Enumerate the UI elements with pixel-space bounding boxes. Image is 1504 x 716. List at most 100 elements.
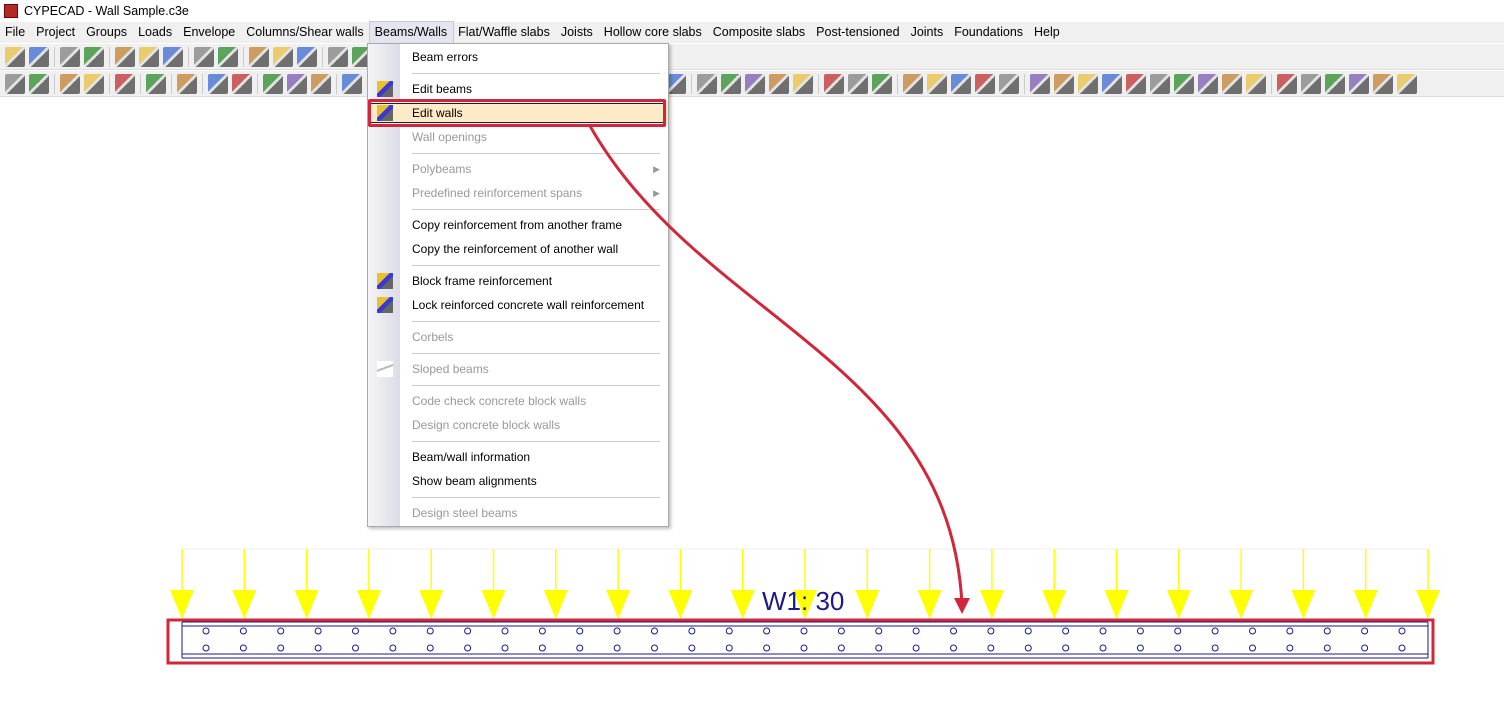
rebar: [1099, 627, 1107, 635]
load-arrow-head: [170, 590, 194, 619]
rebar: [277, 644, 285, 652]
rebar: [576, 644, 584, 652]
rebar: [1174, 627, 1182, 635]
rebar: [1062, 644, 1070, 652]
menu-item-show-beam-alignments[interactable]: Show beam alignments: [368, 469, 668, 493]
load-arrow-head: [1353, 590, 1378, 619]
rebar: [837, 627, 845, 635]
submenu-arrow-icon: ▶: [653, 188, 660, 198]
menu-item-label: Edit beams: [412, 82, 473, 96]
menu-item-corbels[interactable]: Corbels: [368, 325, 668, 349]
rebar: [1099, 644, 1107, 652]
menu-item-block-frame-reinforcement[interactable]: Block frame reinforcement: [368, 269, 668, 293]
rebar: [1361, 627, 1369, 635]
wall-label: W1: 30: [762, 586, 845, 616]
rebar: [725, 644, 733, 652]
load-arrow-head: [419, 590, 444, 619]
menu-separator: [368, 149, 668, 157]
rebar: [613, 644, 621, 652]
rebar: [239, 627, 247, 635]
drawing-canvas[interactable]: [0, 0, 1504, 716]
rebar: [1323, 644, 1331, 652]
menu-item-beam-errors[interactable]: Beam errors: [368, 45, 668, 69]
rebar: [837, 644, 845, 652]
load-arrow-head: [917, 590, 942, 619]
rebar: [1211, 627, 1219, 635]
menu-separator: [368, 349, 668, 357]
rebar: [800, 644, 808, 652]
menu-item-label: Show beam alignments: [412, 474, 537, 488]
menu-item-sloped-beams[interactable]: Sloped beams: [368, 357, 668, 381]
menu-item-wall-openings[interactable]: Wall openings: [368, 125, 668, 149]
menu-item-lock-reinforced-concrete-wall-reinforcement[interactable]: Lock reinforced concrete wall reinforcem…: [368, 293, 668, 317]
load-arrow-head: [1291, 590, 1316, 619]
menu-item-label: Design concrete block walls: [412, 418, 561, 432]
load-arrow-head: [606, 590, 631, 619]
load-arrow-head: [356, 590, 381, 619]
load-arrow-head: [543, 590, 568, 619]
submenu-arrow-icon: ▶: [653, 164, 660, 174]
menu-item-copy-the-reinforcement-of-another-wall[interactable]: Copy the reinforcement of another wall: [368, 237, 668, 261]
menu-item-label: Copy reinforcement from another frame: [412, 218, 623, 232]
load-arrow-head: [1166, 590, 1191, 619]
rebar: [501, 627, 509, 635]
rebar: [1286, 644, 1294, 652]
rebar: [950, 627, 957, 635]
menu-item-label: Beam errors: [412, 50, 479, 64]
rebar: [1323, 627, 1331, 635]
rebar: [202, 644, 210, 652]
load-arrow-head: [855, 590, 880, 619]
menu-separator: [368, 437, 668, 445]
menu-item-label: Design steel beams: [412, 506, 518, 520]
rebar: [277, 627, 285, 635]
rebar: [1398, 644, 1406, 652]
menu-item-label: Block frame reinforcement: [412, 274, 553, 288]
menu-item-edit-beams[interactable]: Edit beams: [368, 77, 668, 101]
load-arrow-head: [481, 590, 506, 619]
rebar: [314, 644, 322, 652]
rebar: [464, 644, 472, 652]
rebar: [651, 644, 658, 652]
load-arrow-head: [1416, 590, 1440, 619]
menu-separator: [368, 261, 668, 269]
menu-item-label: Sloped beams: [412, 362, 489, 376]
rebar: [987, 644, 995, 652]
menu-item-label: Beam/wall information: [412, 450, 531, 464]
menu-item-predefined-reinforcement-spans[interactable]: Predefined reinforcement spans ▶: [368, 181, 668, 205]
menu-item-design-steel-beams[interactable]: Design steel beams: [368, 501, 668, 525]
rebar: [576, 627, 584, 635]
rebar: [1361, 644, 1369, 652]
menu-item-label: Lock reinforced concrete wall reinforcem…: [412, 298, 645, 312]
rebar: [1136, 644, 1144, 652]
rebar: [1062, 627, 1070, 635]
load-arrow-head: [979, 590, 1004, 619]
rebar: [352, 644, 359, 652]
rebar: [501, 644, 509, 652]
menu-separator: [368, 493, 668, 501]
load-arrow-head: [1229, 590, 1254, 619]
rebar: [1024, 644, 1032, 652]
rebar: [389, 627, 397, 635]
rebar: [389, 644, 397, 652]
menu-item-label: Wall openings: [412, 130, 487, 144]
menu-item-label: Predefined reinforcement spans: [412, 186, 583, 200]
load-arrow-head: [730, 590, 755, 619]
menu-item-polybeams[interactable]: Polybeams ▶: [368, 157, 668, 181]
sloped-beams-icon: [377, 361, 393, 377]
rebar: [763, 644, 771, 652]
rebar: [202, 627, 210, 635]
menu-item-copy-reinforcement-from-another-frame[interactable]: Copy reinforcement from another frame: [368, 213, 668, 237]
load-arrow-head: [1104, 590, 1129, 619]
rebar: [1136, 627, 1144, 635]
menu-item-beam-wall-information[interactable]: Beam/wall information: [368, 445, 668, 469]
menu-item-design-concrete-block-walls[interactable]: Design concrete block walls: [368, 413, 668, 437]
lock-wall-icon: [377, 297, 393, 313]
rebar: [912, 627, 920, 635]
rebar: [538, 644, 546, 652]
highlight-frame: [368, 99, 666, 127]
menu-item-label: Polybeams: [412, 162, 472, 176]
rebar: [875, 644, 883, 652]
menu-item-code-check-concrete-block-walls[interactable]: Code check concrete block walls: [368, 389, 668, 413]
rebar: [1174, 644, 1182, 652]
rebar: [987, 627, 995, 635]
